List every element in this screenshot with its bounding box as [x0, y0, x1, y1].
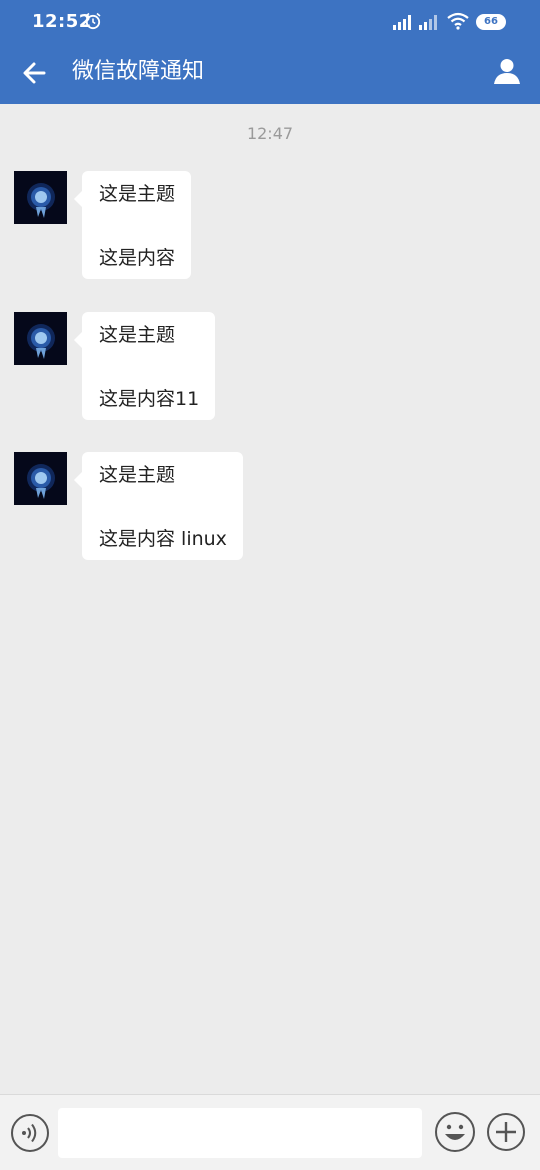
page-title: 微信故障通知: [72, 59, 205, 84]
plus-icon[interactable]: [486, 1112, 526, 1152]
battery-level: 66: [484, 16, 498, 27]
avatar[interactable]: [14, 452, 67, 505]
voice-button[interactable]: [11, 1114, 49, 1152]
wifi-icon: [447, 12, 469, 30]
header: 12:52 66 微信故障通知: [0, 0, 540, 104]
message-subject: 这是主题: [99, 464, 176, 486]
voice-icon: [22, 1123, 37, 1143]
message-timestamp: 12:47: [246, 124, 294, 143]
message-bubble[interactable]: 这是主题 这是内容: [73, 171, 192, 279]
status-time: 12:52: [32, 11, 92, 32]
emoji-icon[interactable]: [434, 1111, 476, 1153]
app-bar: 微信故障通知: [0, 44, 540, 104]
signal-icon: [393, 15, 411, 30]
status-bar: 12:52 66: [0, 0, 540, 44]
message-subject: 这是主题: [99, 183, 176, 205]
battery-icon: 66: [476, 14, 506, 30]
avatar-image: [14, 312, 67, 365]
message-content: 这是内容11: [99, 388, 200, 410]
message-bubble[interactable]: 这是主题 这是内容 linux: [74, 452, 243, 560]
alarm-icon: [85, 12, 101, 30]
avatar-image: [14, 452, 67, 505]
person-icon[interactable]: [492, 56, 522, 86]
avatar[interactable]: [14, 312, 67, 365]
signal-icon: [419, 15, 437, 30]
message-subject: 这是主题: [99, 324, 176, 346]
chat-area[interactable]: 12:47 这是主题 这是内容 这是主题 这是内容11 这是主题 这是内容 li…: [0, 104, 540, 1094]
message-input[interactable]: [58, 1108, 422, 1158]
message-content: 这是内容: [99, 247, 176, 269]
arrow-left-icon[interactable]: [20, 58, 50, 88]
message-bubble[interactable]: 这是主题 这是内容11: [73, 312, 216, 420]
avatar-image: [14, 171, 67, 224]
avatar[interactable]: [14, 171, 67, 224]
message-content: 这是内容 linux: [99, 528, 227, 550]
input-bar: [0, 1094, 540, 1170]
